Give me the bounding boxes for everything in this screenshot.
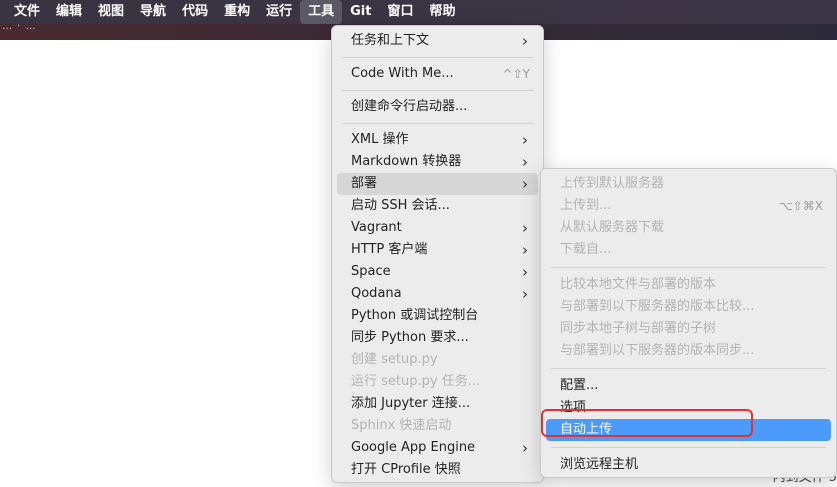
submenu-item-browse-remote-host[interactable]: 浏览远程主机 <box>546 454 831 476</box>
menu-item-label: HTTP 客户端 <box>351 242 428 257</box>
menu-item-sphinx-quickstart: Sphinx 快速启动 <box>337 415 538 437</box>
menu-item-label: 同步本地子树与部署的子树 <box>560 321 717 336</box>
menu-edit[interactable]: 编辑 <box>48 0 90 24</box>
submenu-item-compare-server: 与部署到以下服务器的版本比较... <box>546 296 831 318</box>
annotation-highlight-box <box>541 409 753 437</box>
menu-item-qodana[interactable]: Qodana › <box>337 283 538 305</box>
menu-item-label: 启动 SSH 会话... <box>351 198 450 213</box>
menu-item-google-app-engine[interactable]: Google App Engine › <box>337 437 538 459</box>
menu-item-label: 上传到默认服务器 <box>560 176 665 191</box>
menu-item-label: 比较本地文件与部署的版本 <box>560 277 717 292</box>
shortcut-label: ⌥⇧⌘X <box>778 199 823 213</box>
menu-item-label: Qodana <box>351 286 402 301</box>
menu-item-deployment[interactable]: 部署 › <box>337 173 538 195</box>
menu-help[interactable]: 帮助 <box>421 0 463 24</box>
menu-item-label: 打开 CProfile 快照 <box>351 462 461 477</box>
menu-run[interactable]: 运行 <box>258 0 300 24</box>
menu-item-label: 部署 <box>351 176 378 191</box>
menu-separator <box>342 57 533 58</box>
chevron-right-icon: › <box>522 241 528 259</box>
chevron-right-icon: › <box>522 263 528 281</box>
menu-item-space[interactable]: Space › <box>337 261 538 283</box>
menu-item-run-setup-py: 运行 setup.py 任务... <box>337 371 538 393</box>
submenu-item-sync-server: 与部署到以下服务器的版本同步... <box>546 340 831 362</box>
menu-item-label: 从默认服务器下载 <box>560 220 665 235</box>
menu-file[interactable]: 文件 <box>0 0 48 24</box>
menu-item-create-setup-py: 创建 setup.py <box>337 349 538 371</box>
menu-item-label: Space <box>351 264 391 279</box>
menu-item-label: 运行 setup.py 任务... <box>351 374 481 389</box>
menu-separator <box>342 90 533 91</box>
menu-item-start-ssh[interactable]: 启动 SSH 会话... <box>337 195 538 217</box>
menu-item-label: 浏览远程主机 <box>560 457 639 472</box>
menu-item-label: Sphinx 快速启动 <box>351 418 452 433</box>
submenu-item-configuration[interactable]: 配置... <box>546 375 831 397</box>
menu-tools[interactable]: 工具 <box>300 0 343 24</box>
menu-item-label: 任务和上下文 <box>351 33 430 48</box>
menu-item-label: 同步 Python 要求... <box>351 330 469 345</box>
menu-separator <box>342 123 533 124</box>
menu-item-label: 下载自... <box>560 242 612 257</box>
menu-item-label: 创建命令行启动器... <box>351 99 468 114</box>
menu-separator <box>551 267 826 268</box>
submenu-item-compare-local: 比较本地文件与部署的版本 <box>546 274 831 296</box>
menu-item-sync-python-requirements[interactable]: 同步 Python 要求... <box>337 327 538 349</box>
menu-item-python-console[interactable]: Python 或调试控制台 <box>337 305 538 327</box>
menu-item-label: Google App Engine <box>351 440 476 455</box>
menu-separator <box>551 447 826 448</box>
tools-menu: 任务和上下文 › Code With Me... ^⇧Y 创建命令行启动器...… <box>331 25 544 483</box>
chevron-right-icon: › <box>522 153 528 171</box>
menu-item-vagrant[interactable]: Vagrant › <box>337 217 538 239</box>
chevron-right-icon: › <box>522 131 528 149</box>
chevron-right-icon: › <box>522 175 528 193</box>
submenu-item-download-from: 下载自... <box>546 239 831 261</box>
menu-item-code-with-me[interactable]: Code With Me... ^⇧Y <box>337 63 538 85</box>
menu-item-label: Markdown 转换器 <box>351 154 462 169</box>
menu-item-label: 添加 Jupyter 连接... <box>351 396 471 411</box>
menu-item-label: 与部署到以下服务器的版本同步... <box>560 343 755 358</box>
chevron-right-icon: › <box>522 285 528 303</box>
menu-item-label: Python 或调试控制台 <box>351 308 479 323</box>
shortcut-label: ^⇧Y <box>502 67 530 81</box>
menu-item-label: 创建 setup.py <box>351 352 438 367</box>
menu-item-tasks-context[interactable]: 任务和上下文 › <box>337 30 538 52</box>
menu-item-label: Code With Me... <box>351 66 454 81</box>
menu-item-label: Vagrant <box>351 220 402 235</box>
menu-view[interactable]: 视图 <box>90 0 132 24</box>
menu-git[interactable]: Git <box>342 0 379 24</box>
menu-item-open-cprofile[interactable]: 打开 CProfile 快照 <box>337 459 538 481</box>
menu-item-label: 配置... <box>560 378 599 393</box>
menu-bar: 文件 编辑 视图 导航 代码 重构 运行 工具 Git 窗口 帮助 <box>0 0 837 24</box>
menu-window[interactable]: 窗口 <box>379 0 421 24</box>
menu-item-label: XML 操作 <box>351 132 409 147</box>
menu-code[interactable]: 代码 <box>174 0 216 24</box>
menu-item-http-client[interactable]: HTTP 客户端 › <box>337 239 538 261</box>
menu-item-label: 与部署到以下服务器的版本比较... <box>560 299 755 314</box>
menu-separator <box>551 368 826 369</box>
menu-item-create-launcher[interactable]: 创建命令行启动器... <box>337 96 538 118</box>
submenu-item-sync-subtree: 同步本地子树与部署的子树 <box>546 318 831 340</box>
menu-refactor[interactable]: 重构 <box>216 0 258 24</box>
submenu-item-upload-default: 上传到默认服务器 <box>546 173 831 195</box>
menu-item-markdown-converter[interactable]: Markdown 转换器 › <box>337 151 538 173</box>
menu-navigate[interactable]: 导航 <box>132 0 174 24</box>
menu-item-label: 上传到... <box>560 198 612 213</box>
chevron-right-icon: › <box>522 439 528 457</box>
submenu-item-download-default: 从默认服务器下载 <box>546 217 831 239</box>
menu-item-add-jupyter[interactable]: 添加 Jupyter 连接... <box>337 393 538 415</box>
chevron-right-icon: › <box>522 219 528 237</box>
submenu-item-upload-to: 上传到... ⌥⇧⌘X <box>546 195 831 217</box>
menu-item-xml-actions[interactable]: XML 操作 › <box>337 129 538 151</box>
chevron-right-icon: › <box>522 32 528 50</box>
